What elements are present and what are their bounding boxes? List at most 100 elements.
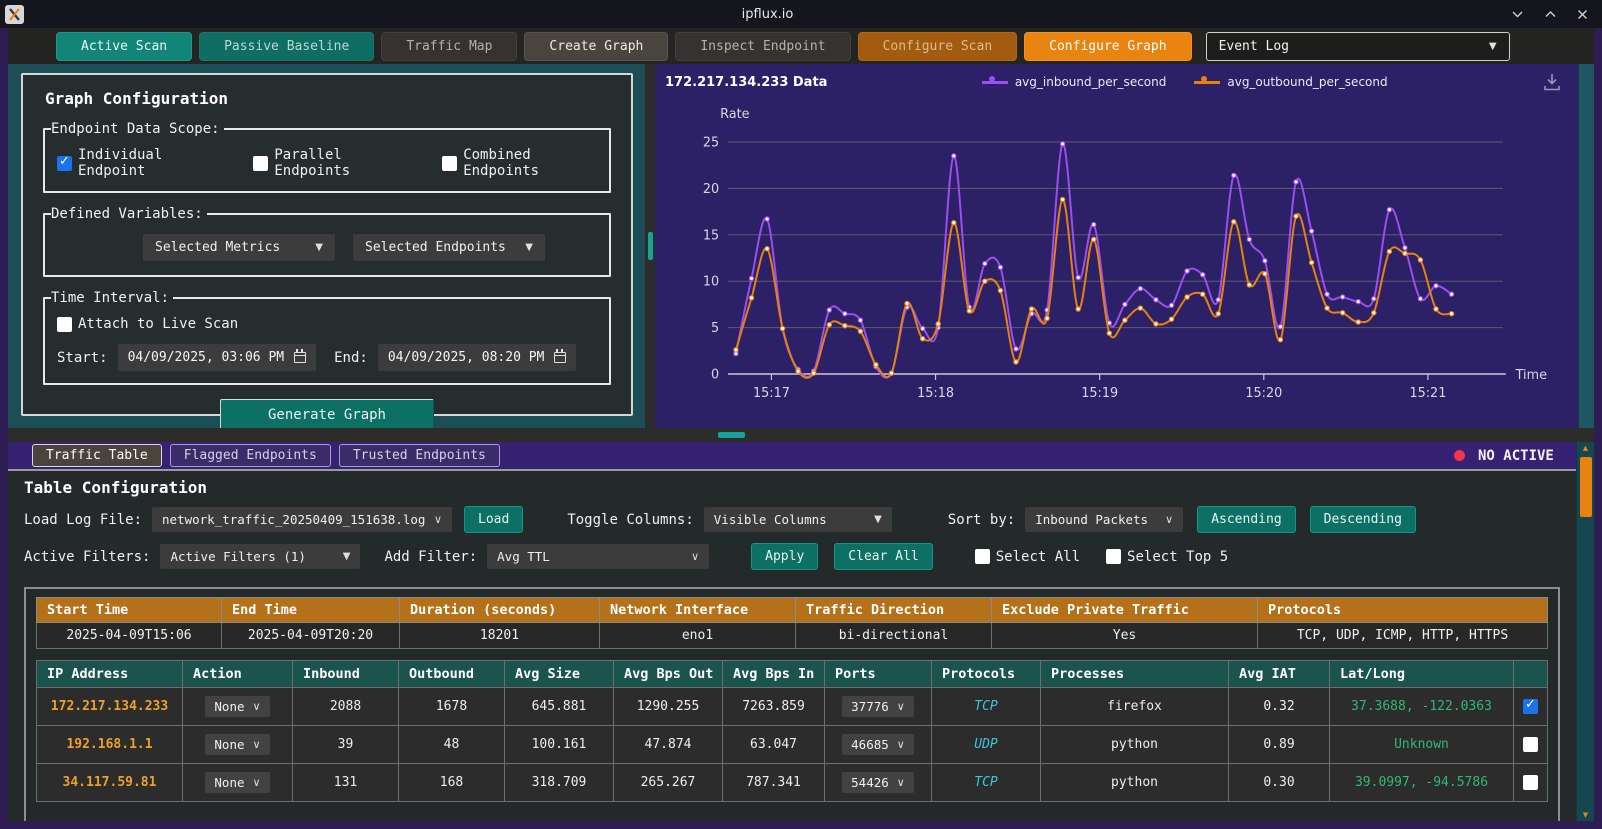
selected-metrics-dropdown[interactable]: Selected Metrics ▼ bbox=[143, 234, 335, 261]
add-filter-select[interactable]: Avg TTL ∨ bbox=[487, 544, 710, 569]
legend-item-inbound[interactable]: avg_inbound_per_second bbox=[981, 75, 1166, 89]
chevron-down-icon: ▼ bbox=[525, 242, 533, 253]
checkbox-select-all[interactable]: Select All bbox=[974, 549, 1080, 565]
col-avg-bps-in: Avg Bps In bbox=[722, 660, 825, 688]
checkbox-parallel-endpoints[interactable]: Parallel Endpoints bbox=[253, 147, 408, 179]
col-avg-bps-out: Avg Bps Out bbox=[613, 660, 723, 688]
checkbox-icon[interactable] bbox=[442, 155, 458, 171]
chevron-down-icon: ∨ bbox=[252, 776, 261, 789]
tab-inspect-endpoint[interactable]: Inspect Endpoint bbox=[675, 31, 851, 61]
sort-by-select[interactable]: Inbound Packets ∨ bbox=[1025, 507, 1184, 532]
tab-traffic-map[interactable]: Traffic Map bbox=[381, 31, 518, 61]
scroll-up-icon[interactable]: ▲ bbox=[1577, 444, 1594, 452]
dropdown-value: Selected Metrics bbox=[155, 240, 281, 255]
checkbox-label: Attach to Live Scan bbox=[78, 316, 239, 332]
tab-flagged-endpoints[interactable]: Flagged Endpoints bbox=[169, 444, 331, 467]
active-filters-select[interactable]: Active Filters (1) ▼ bbox=[160, 544, 361, 569]
table-row: 172.217.134.233 None ∨ 2088 1678 645.881 … bbox=[36, 687, 1548, 726]
row-select-checkbox[interactable] bbox=[1523, 697, 1538, 714]
col-start-time: Start Time bbox=[36, 597, 222, 623]
ports-dropdown[interactable]: 37776 ∨ bbox=[842, 696, 914, 717]
action-dropdown[interactable]: None ∨ bbox=[205, 696, 270, 717]
generate-graph-button[interactable]: Generate Graph bbox=[220, 399, 434, 430]
table-tabbar: Traffic Table Flagged Endpoints Trusted … bbox=[8, 442, 1576, 471]
descending-button[interactable]: Descending bbox=[1309, 506, 1416, 533]
checkbox-attach-live-scan[interactable]: Attach to Live Scan bbox=[57, 316, 238, 332]
scroll-down-icon[interactable]: ▼ bbox=[1577, 811, 1594, 819]
start-datetime-input[interactable]: 04/09/2025, 03:06 PM bbox=[117, 344, 317, 371]
tab-trusted-endpoints[interactable]: Trusted Endpoints bbox=[338, 444, 500, 467]
checkbox-select-top-5[interactable]: Select Top 5 bbox=[1106, 549, 1228, 565]
legend-item-outbound[interactable]: avg_outbound_per_second bbox=[1194, 75, 1388, 89]
cell-ip: 192.168.1.1 bbox=[36, 725, 183, 764]
checkbox-icon[interactable] bbox=[253, 155, 269, 171]
vertical-splitter[interactable] bbox=[645, 64, 655, 428]
table-scrollbar[interactable]: ▲ ▼ bbox=[1576, 442, 1594, 821]
cell-process: firefox bbox=[1040, 687, 1229, 726]
event-log-label: Event Log bbox=[1218, 38, 1290, 54]
cell-ip: 172.217.134.233 bbox=[36, 687, 183, 726]
active-filters-label: Active Filters: bbox=[24, 548, 151, 565]
tab-passive-baseline[interactable]: Passive Baseline bbox=[199, 31, 375, 61]
chart-pane: 172.217.134.233 Data avg_inbound_per_sec… bbox=[655, 64, 1594, 428]
cell-process: python bbox=[1040, 763, 1229, 802]
calendar-icon[interactable] bbox=[294, 349, 307, 363]
cell-avg-iat: 0.30 bbox=[1228, 763, 1330, 802]
checkbox-label: Select Top 5 bbox=[1127, 548, 1229, 565]
tab-configure-graph[interactable]: Configure Graph bbox=[1024, 31, 1192, 61]
select-value: Inbound Packets bbox=[1035, 512, 1149, 527]
minimize-icon[interactable] bbox=[1511, 9, 1524, 19]
close-icon[interactable] bbox=[1577, 9, 1588, 20]
ascending-button[interactable]: Ascending bbox=[1197, 506, 1296, 533]
toggle-columns-select[interactable]: Visible Columns ▼ bbox=[703, 507, 892, 532]
scan-summary-table: Start Time End Time Duration (seconds) N… bbox=[36, 597, 1548, 649]
selected-endpoints-dropdown[interactable]: Selected Endpoints ▼ bbox=[353, 234, 545, 261]
cell-ip: 34.117.59.81 bbox=[36, 763, 183, 802]
log-file-select[interactable]: network_traffic_20250409_151638.log ∨ bbox=[152, 507, 453, 532]
checkbox-combined-endpoints[interactable]: Combined Endpoints bbox=[442, 147, 597, 179]
calendar-icon[interactable] bbox=[554, 349, 567, 363]
end-datetime-input[interactable]: 04/09/2025, 08:20 PM bbox=[377, 344, 577, 371]
chart-scrollbar[interactable] bbox=[1578, 64, 1594, 428]
ports-dropdown[interactable]: 46685 ∨ bbox=[842, 734, 914, 755]
ports-dropdown[interactable]: 54426 ∨ bbox=[842, 772, 914, 793]
action-dropdown[interactable]: None ∨ bbox=[205, 734, 270, 755]
row-select-checkbox[interactable] bbox=[1523, 775, 1538, 790]
checkbox-icon[interactable] bbox=[57, 316, 72, 332]
defined-variables-legend: Defined Variables: bbox=[51, 206, 203, 222]
cell-outbound: 1678 bbox=[398, 687, 505, 726]
event-log-dropdown[interactable]: Event Log ▼ bbox=[1205, 31, 1510, 61]
splitter-handle[interactable] bbox=[718, 432, 745, 438]
cell-lat-long: 37.3688, -122.0363 bbox=[1329, 687, 1514, 726]
scrollbar-thumb[interactable] bbox=[1579, 457, 1592, 517]
cell-avg-bps-out: 47.874 bbox=[613, 725, 723, 764]
dropdown-value: Selected Endpoints bbox=[365, 240, 506, 255]
cell-process: python bbox=[1040, 725, 1229, 764]
action-dropdown[interactable]: None ∨ bbox=[205, 772, 270, 793]
app-icon bbox=[5, 4, 24, 24]
legend-marker-inbound bbox=[981, 76, 1008, 88]
horizontal-splitter[interactable] bbox=[8, 428, 1594, 442]
cell-avg-bps-in: 787.341 bbox=[722, 763, 825, 802]
download-chart-icon[interactable] bbox=[1542, 73, 1562, 91]
end-datetime-value: 04/09/2025, 08:20 PM bbox=[387, 350, 545, 365]
tab-configure-scan[interactable]: Configure Scan bbox=[857, 31, 1018, 61]
tab-create-graph[interactable]: Create Graph bbox=[524, 31, 669, 61]
checkbox-icon[interactable] bbox=[1106, 549, 1122, 564]
load-button[interactable]: Load bbox=[464, 506, 524, 533]
clear-all-button[interactable]: Clear All bbox=[834, 543, 933, 570]
cell-protocols: TCP, UDP, ICMP, HTTP, HTTPS bbox=[1257, 622, 1548, 649]
end-label: End: bbox=[334, 349, 368, 366]
bottom-section: Traffic Table Flagged Endpoints Trusted … bbox=[8, 442, 1594, 821]
checkbox-individual-endpoint[interactable]: Individual Endpoint bbox=[57, 147, 219, 179]
checkbox-icon[interactable] bbox=[57, 154, 72, 171]
checkbox-icon[interactable] bbox=[974, 549, 990, 564]
row-select-checkbox[interactable] bbox=[1523, 737, 1538, 752]
col-processes: Processes bbox=[1040, 660, 1229, 688]
cell-outbound: 48 bbox=[398, 725, 505, 764]
tab-active-scan[interactable]: Active Scan bbox=[56, 31, 193, 61]
tab-traffic-table[interactable]: Traffic Table bbox=[32, 444, 162, 467]
apply-button[interactable]: Apply bbox=[751, 543, 819, 570]
maximize-icon[interactable] bbox=[1544, 9, 1557, 19]
splitter-handle[interactable] bbox=[647, 232, 653, 260]
